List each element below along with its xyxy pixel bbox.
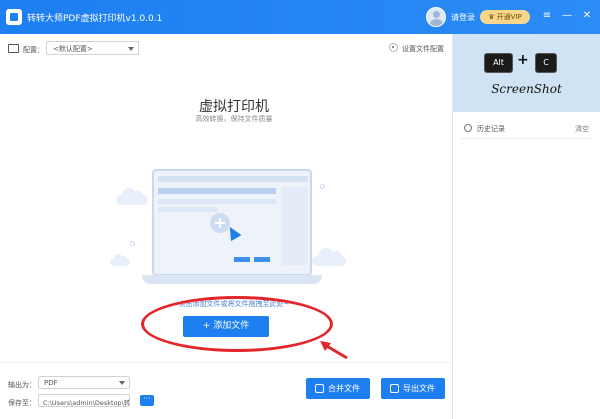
menu-icon[interactable]: ≡ <box>540 9 554 23</box>
annotation-ellipse <box>141 296 333 352</box>
cloud-icon <box>312 248 346 266</box>
settings-label: 设置文件配置 <box>402 45 444 53</box>
chevron-down-icon <box>128 47 134 51</box>
app-logo-icon <box>6 9 22 25</box>
vip-label: 开通VIP <box>496 13 522 21</box>
clear-history-link[interactable]: 清空 <box>575 124 589 134</box>
chevron-down-icon <box>119 381 125 385</box>
merge-icon <box>315 384 324 393</box>
export-icon <box>390 384 399 393</box>
screen-column <box>281 187 308 265</box>
config-select[interactable]: <默认配置> <box>46 41 139 55</box>
clock-icon <box>464 124 472 132</box>
history-label: 历史记录 <box>477 125 505 133</box>
alt-key: Alt <box>484 53 513 73</box>
save-path-value: C:\Users\admin\Desktop\转... <box>43 399 130 407</box>
export-label: 导出文件 <box>403 384 435 393</box>
output-format-select[interactable]: PDF <box>38 376 130 389</box>
vip-button[interactable]: ♛ 开通VIP <box>480 10 530 24</box>
screen-toolbar <box>158 188 276 194</box>
browse-button[interactable]: ··· <box>140 395 154 406</box>
sidebar: Alt + C ScreenShot 历史记录 清空 <box>452 34 600 419</box>
output-format-label: 输出为： <box>8 381 36 389</box>
settings-button[interactable]: 设置文件配置 <box>389 42 449 55</box>
title-bar: 转转大师PDF虚拟打印机v1.0.0.1 请登录 ♛ 开通VIP ≡ — ✕ <box>0 0 600 34</box>
laptop-illustration: + <box>110 129 350 294</box>
c-key: C <box>535 53 557 73</box>
screen-bar <box>158 176 308 182</box>
ring-icon <box>130 241 135 246</box>
screen-row <box>158 199 276 204</box>
save-path-field[interactable]: C:\Users\admin\Desktop\转... <box>38 394 130 407</box>
screen-row <box>158 207 218 212</box>
screenshot-promo-banner[interactable]: Alt + C ScreenShot <box>453 34 600 112</box>
crown-icon: ♛ <box>488 13 495 21</box>
divider <box>461 138 593 139</box>
plus-sign: + <box>517 52 529 68</box>
export-files-button[interactable]: 导出文件 <box>381 378 445 399</box>
cloud-icon <box>110 254 130 266</box>
merge-files-button[interactable]: 合并文件 <box>306 378 370 399</box>
page-subtitle: 高效转换，保持文件质量 <box>195 115 273 123</box>
config-select-value: <默认配置> <box>53 45 93 53</box>
login-link[interactable]: 请登录 <box>451 12 475 23</box>
ring-icon <box>320 184 325 189</box>
screen-button <box>234 257 250 262</box>
minimize-icon[interactable]: — <box>560 9 574 23</box>
screen-button <box>254 257 270 262</box>
gear-icon <box>389 43 398 52</box>
promo-text: ScreenShot <box>491 82 562 96</box>
avatar[interactable] <box>426 7 446 27</box>
app-title: 转转大师PDF虚拟打印机v1.0.0.1 <box>27 14 163 24</box>
config-icon <box>8 44 19 53</box>
output-format-value: PDF <box>44 379 58 387</box>
cloud-icon <box>116 188 148 205</box>
page-title: 虚拟打印机 <box>199 99 269 115</box>
main-panel: 配置： <默认配置> 设置文件配置 虚拟打印机 高效转换，保持文件质量 + 点击… <box>0 34 452 419</box>
annotation-arrow-icon <box>320 341 348 360</box>
save-path-label: 保存至： <box>8 399 36 407</box>
config-label: 配置： <box>23 46 44 54</box>
close-icon[interactable]: ✕ <box>580 9 594 23</box>
laptop-screen: + <box>152 169 312 276</box>
merge-label: 合并文件 <box>328 384 360 393</box>
laptop-base <box>142 275 322 284</box>
divider <box>0 362 452 363</box>
